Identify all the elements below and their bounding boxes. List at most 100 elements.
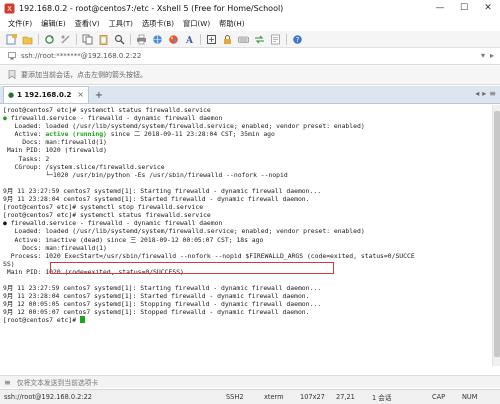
tab-next-icon[interactable]: ▸ — [482, 89, 486, 98]
tab-nav: ◂ ▸ ≡ — [472, 89, 496, 98]
dropdown-icon[interactable]: ▾ — [481, 51, 485, 60]
fullscreen-icon[interactable] — [206, 34, 217, 45]
keyboard-icon[interactable] — [238, 34, 249, 45]
toolbar-separator — [38, 33, 39, 45]
minimize-button[interactable]: — — [428, 0, 452, 16]
tab-bar: ● 1 192.168.0.2 × + ◂ ▸ ≡ — [0, 86, 500, 104]
terminal-line: Process: 1020 ExecStart=/usr/sbin/firewa… — [3, 251, 415, 260]
status-sessions: 1 会话 — [372, 394, 392, 402]
status-bar: ssh://root@192.168.0.2:22 SSH2 xterm 107… — [0, 389, 500, 404]
help-icon[interactable]: ? — [292, 34, 303, 45]
address-bar[interactable]: ssh://root:*******@192.168.0.2:22 ▾ ▸ — [0, 48, 500, 65]
new-session-icon[interactable] — [6, 33, 17, 45]
paste-icon[interactable] — [98, 34, 109, 45]
script-icon[interactable] — [270, 34, 281, 45]
inactive-status-highlight — [50, 262, 334, 274]
terminal-line: 9月 12 00:05:07 centos7 systemd[1]: Stopp… — [3, 308, 310, 317]
status-caps: CAP — [432, 393, 446, 401]
terminal-cursor — [79, 316, 85, 324]
terminal[interactable]: [root@centos7 etc]# systemctl status fir… — [0, 105, 500, 366]
terminal-prompt-line[interactable]: [root@centos7 etc]# — [3, 316, 500, 324]
new-tab-icon[interactable]: + — [92, 88, 106, 102]
color-scheme-icon[interactable] — [168, 34, 179, 45]
terminal-line: Docs: man:firewalld(1) — [3, 138, 107, 147]
open-folder-icon[interactable] — [22, 34, 33, 45]
terminal-line-rest: firewalld.service - firewalld - dynamic … — [6, 114, 223, 123]
scrollbar-thumb[interactable] — [494, 111, 500, 357]
menu-tabs[interactable]: 选项卡(B) — [142, 19, 174, 29]
svg-text:X: X — [7, 5, 12, 13]
terminal-line: Tasks: 2 — [3, 154, 50, 163]
svg-text:?: ? — [296, 36, 300, 44]
terminal-line: ● firewalld.service - firewalld - dynami… — [3, 219, 500, 227]
compose-menu-icon[interactable]: ≡ — [4, 378, 11, 387]
hint-text: 要添加当前会话，点击左侧的箭头按钮。 — [21, 70, 147, 79]
terminal-line: 9月 11 23:28:04 centos7 systemd[1]: Start… — [3, 195, 310, 204]
terminal-line: [root@centos7 etc]# systemctl status fir… — [3, 106, 211, 114]
terminal-line: 9月 11 23:27:59 centos7 systemd[1]: Start… — [3, 186, 322, 195]
toolbar-separator — [200, 33, 201, 45]
tab-session-1[interactable]: ● 1 192.168.0.2 × — [3, 86, 89, 103]
status-protocol: SSH2 — [226, 393, 244, 401]
status-position: 27,21 — [336, 393, 355, 401]
prompt-text: [root@centos7 etc]# — [3, 316, 80, 325]
status-size: 107x27 — [300, 393, 325, 401]
window-controls: — ☐ ✕ — [428, 0, 500, 16]
toolbar-separator — [286, 33, 287, 45]
terminal-line: 9月 11 23:28:04 centos7 systemd[1]: Start… — [3, 292, 310, 301]
terminal-line: [root@centos7 etc]# systemctl status fir… — [3, 211, 211, 220]
transfer-icon[interactable] — [254, 34, 265, 45]
find-icon[interactable] — [114, 34, 125, 45]
active-label: Active: — [3, 130, 46, 139]
terminal-line: Loaded: loaded (/usr/lib/systemd/system/… — [3, 122, 365, 131]
font-icon[interactable]: A — [184, 34, 195, 45]
disconnect-icon[interactable] — [60, 34, 71, 45]
terminal-line: Active: active (running) since 二 2018-09… — [3, 130, 500, 138]
reconnect-icon[interactable] — [44, 34, 55, 45]
bookmark-icon[interactable] — [8, 70, 16, 79]
address-text[interactable]: ssh://root:*******@192.168.0.2:22 — [21, 52, 141, 60]
terminal-line: Main PID: 1020 (firewalld) — [3, 146, 107, 155]
menu-view[interactable]: 查看(V) — [75, 19, 100, 29]
copy-icon[interactable] — [82, 34, 93, 45]
tab-list-icon[interactable]: ≡ — [489, 89, 496, 98]
active-since: since 二 2018-09-11 23:28:04 CST; 35min a… — [106, 130, 275, 139]
svg-text:A: A — [185, 36, 194, 45]
terminal-line: Loaded: loaded (/usr/lib/systemd/system/… — [3, 227, 365, 236]
toolbar-separator — [76, 33, 77, 45]
window-title: 192.168.0.2 - root@centos7:/etc - Xshell… — [19, 3, 284, 13]
menu-help[interactable]: 帮助(H) — [219, 19, 244, 29]
tab-prev-icon[interactable]: ◂ — [475, 89, 479, 98]
menu-bar: 文件(F) 编辑(E) 查看(V) 工具(T) 选项卡(B) 窗口(W) 帮助(… — [0, 16, 500, 31]
tab-close-icon[interactable]: × — [77, 90, 84, 99]
print-icon[interactable] — [136, 34, 147, 45]
tab-status-icon: ● — [8, 91, 15, 99]
terminal-line: Docs: man:firewalld(1) — [3, 243, 107, 252]
address-nav: ▾ ▸ — [476, 51, 494, 60]
globe-icon[interactable] — [152, 34, 163, 45]
terminal-scrollbar[interactable] — [492, 105, 500, 366]
terminal-line: 9月 12 00:05:05 centos7 systemd[1]: Stopp… — [3, 300, 322, 309]
go-icon[interactable]: ▸ — [490, 51, 494, 60]
tab-label: 1 192.168.0.2 — [17, 91, 72, 99]
compose-bar[interactable]: ≡ 仅将文本发送到当前选项卡 — [0, 375, 500, 388]
maximize-button[interactable]: ☐ — [452, 0, 476, 16]
lock-icon[interactable] — [222, 34, 233, 45]
xshell-app-icon[interactable]: X — [4, 3, 15, 14]
menu-edit[interactable]: 编辑(E) — [41, 19, 66, 29]
menu-file[interactable]: 文件(F) — [8, 19, 32, 29]
terminal-line: [root@centos7 etc]# systemctl stop firew… — [3, 203, 204, 212]
title-bar: X 192.168.0.2 - root@centos7:/etc - Xshe… — [0, 0, 500, 16]
toolbar-separator — [130, 33, 131, 45]
menu-tools[interactable]: 工具(T) — [109, 19, 133, 29]
session-icon — [8, 52, 16, 60]
status-num: NUM — [462, 393, 478, 401]
compose-text: 仅将文本发送到当前选项卡 — [16, 379, 99, 387]
status-connection: ssh://root@192.168.0.2:22 — [4, 393, 92, 401]
menu-window[interactable]: 窗口(W) — [183, 19, 210, 29]
terminal-line: Active: inactive (dead) since 三 2018-09-… — [3, 235, 264, 244]
hint-bar: 要添加当前会话，点击左侧的箭头按钮。 — [0, 65, 500, 85]
close-button[interactable]: ✕ — [476, 0, 500, 16]
